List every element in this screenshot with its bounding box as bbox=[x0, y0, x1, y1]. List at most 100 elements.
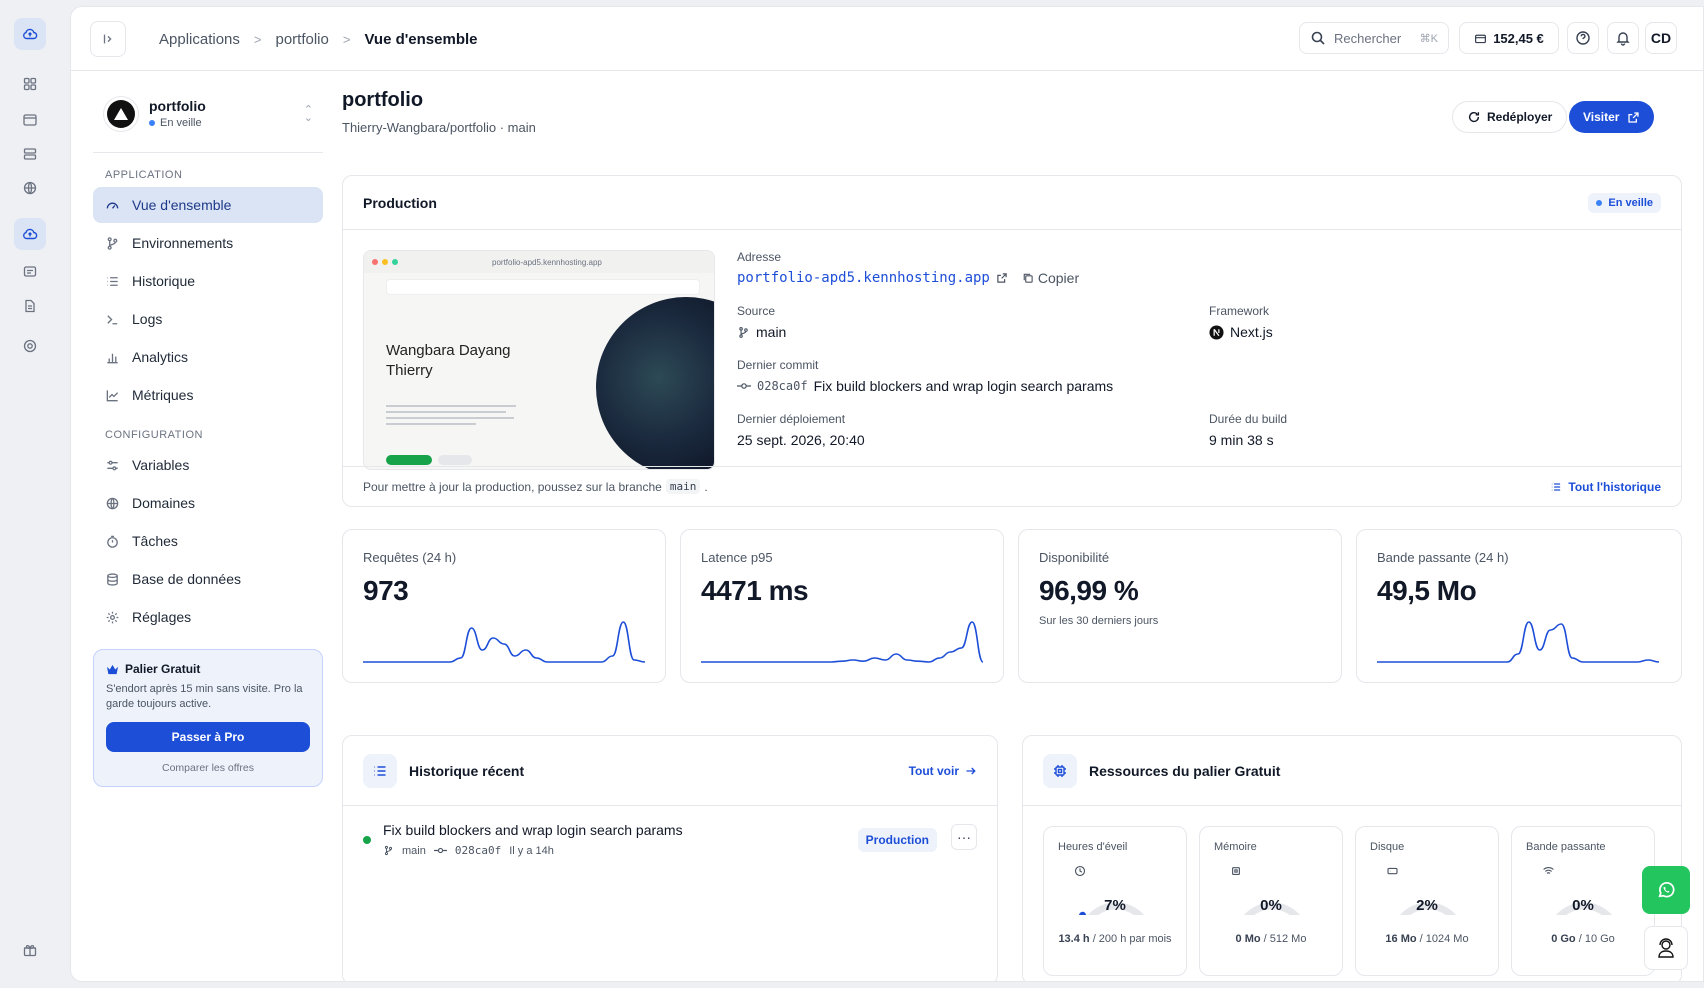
avatar[interactable]: CD bbox=[1645, 22, 1677, 54]
preview-cta-secondary bbox=[438, 455, 472, 465]
sidebar-toggle-button[interactable] bbox=[90, 21, 126, 57]
metric-value: 973 bbox=[363, 575, 409, 606]
sidebar-item-label: Analytics bbox=[132, 349, 189, 365]
sidebar-item-database[interactable]: Base de données bbox=[93, 561, 323, 597]
lifebuoy-icon[interactable] bbox=[14, 330, 46, 362]
sparkline bbox=[701, 621, 983, 663]
address-label: Adresse bbox=[737, 250, 782, 264]
metric-subtext: Sur les 30 derniers jours bbox=[1039, 615, 1159, 627]
sidebar-item-environments[interactable]: Environnements bbox=[93, 225, 323, 261]
production-footer-branch: main bbox=[665, 479, 701, 494]
metric-card-availability: Disponibilité 96,99 % Sur les 30 dernier… bbox=[1018, 529, 1342, 683]
site-preview[interactable]: portfolio-apd5.kennhosting.app Wangbara … bbox=[363, 250, 715, 470]
metric-card-bandwidth: Bande passante (24 h) 49,5 Mo bbox=[1356, 529, 1682, 683]
git-branch-icon bbox=[107, 236, 118, 250]
redeploy-button[interactable]: Redéployer bbox=[1452, 101, 1568, 133]
gift-icon[interactable] bbox=[14, 934, 46, 966]
history-item[interactable]: Fix build blockers and wrap login search… bbox=[343, 806, 997, 857]
sidebar-item-tasks[interactable]: Tâches bbox=[93, 523, 323, 559]
support-assistant-button[interactable] bbox=[1644, 926, 1688, 970]
framework-value: Next.js bbox=[1230, 324, 1273, 340]
sidebar-item-history[interactable]: Historique bbox=[93, 263, 323, 299]
last-deploy-date: 25 sept. 2026, 20:40 bbox=[737, 432, 865, 448]
see-all-label: Tout voir bbox=[908, 763, 959, 778]
sidebar-item-overview[interactable]: Vue d'ensemble bbox=[93, 187, 323, 223]
sidebar-item-variables[interactable]: Variables bbox=[93, 447, 323, 483]
help-button[interactable] bbox=[1567, 22, 1599, 54]
main-content: portfolio Thierry-Wangbara/portfolio · m… bbox=[342, 89, 1682, 981]
line-chart-icon bbox=[106, 389, 119, 401]
redeploy-label: Redéployer bbox=[1487, 110, 1553, 124]
external-link-icon bbox=[1628, 111, 1640, 123]
message-icon[interactable] bbox=[14, 256, 46, 288]
sidebar-item-label: Historique bbox=[132, 273, 196, 289]
sidebar-item-label: Variables bbox=[132, 457, 190, 473]
resource-label: Disque bbox=[1370, 841, 1405, 853]
metric-value: 49,5 Mo bbox=[1377, 575, 1477, 606]
breadcrumb-applications[interactable]: Applications bbox=[159, 31, 240, 48]
window-icon[interactable] bbox=[14, 104, 46, 136]
external-link-icon[interactable] bbox=[996, 272, 1008, 284]
arrow-right-icon bbox=[966, 767, 976, 774]
copy-icon bbox=[1023, 273, 1033, 283]
resource-gauge-uptime: Heures d'éveil 7% 13.4 h / 200 h par moi… bbox=[1043, 826, 1187, 976]
cloud-upload-icon[interactable] bbox=[14, 18, 46, 50]
whatsapp-button[interactable] bbox=[1642, 866, 1690, 914]
credits-balance[interactable]: 152,45 € bbox=[1459, 22, 1559, 54]
git-branch-icon bbox=[384, 845, 393, 856]
sidebar-item-settings[interactable]: Réglages bbox=[93, 599, 323, 635]
list-icon bbox=[1552, 482, 1561, 491]
production-footer-text-end: . bbox=[704, 479, 708, 494]
sidebar-item-domains[interactable]: Domaines bbox=[93, 485, 323, 521]
icon-rail bbox=[0, 0, 60, 988]
source-label: Source bbox=[737, 304, 776, 318]
more-options-button[interactable]: ··· bbox=[951, 824, 977, 850]
sidebar-item-metrics[interactable]: Métriques bbox=[93, 377, 323, 413]
resource-usage: 16 Mo / 1024 Mo bbox=[1385, 933, 1469, 945]
full-history-link[interactable]: Tout l'historique bbox=[1550, 480, 1661, 494]
commit-hash[interactable]: 028ca0f bbox=[757, 379, 808, 393]
wallet-icon bbox=[1475, 34, 1487, 43]
cloud-icon[interactable] bbox=[14, 218, 46, 250]
visit-button[interactable]: Visiter bbox=[1569, 101, 1655, 133]
sparkline-series bbox=[363, 621, 645, 663]
file-icon[interactable] bbox=[14, 290, 46, 322]
server-icon[interactable] bbox=[14, 138, 46, 170]
search-button[interactable]: Rechercher ⌘K bbox=[1299, 22, 1449, 54]
search-icon bbox=[1311, 31, 1325, 45]
help-icon bbox=[1576, 31, 1590, 45]
breadcrumb-project[interactable]: portfolio bbox=[275, 31, 328, 48]
status-badge-label: En veille bbox=[1608, 196, 1653, 209]
compare-plans-link[interactable]: Comparer les offres bbox=[106, 762, 310, 774]
triangle-logo-icon bbox=[114, 107, 128, 120]
tier-resources-title: Ressources du palier Gratuit bbox=[1089, 762, 1281, 779]
notifications-button[interactable] bbox=[1607, 22, 1639, 54]
grid-icon[interactable] bbox=[14, 68, 46, 100]
git-commit-icon bbox=[737, 383, 751, 389]
recent-history-header: Historique récent Tout voir bbox=[343, 736, 997, 806]
build-duration-label: Durée du build bbox=[1209, 412, 1288, 426]
sidebar-item-logs[interactable]: Logs bbox=[93, 301, 323, 337]
upgrade-pro-button[interactable]: Passer à Pro bbox=[106, 722, 310, 752]
sidebar: portfolio En veille ⌃ ⌄ APPLICATION Vue d… bbox=[93, 89, 323, 787]
sidebar-item-label: Métriques bbox=[132, 387, 194, 403]
sidebar-item-analytics[interactable]: Analytics bbox=[93, 339, 323, 375]
project-switcher[interactable]: portfolio En veille ⌃ ⌄ bbox=[93, 89, 323, 153]
gauge-icon bbox=[106, 202, 119, 209]
globe-icon bbox=[106, 497, 119, 509]
database-icon bbox=[107, 572, 118, 586]
status-dot bbox=[1596, 199, 1603, 206]
terminal-icon bbox=[107, 314, 118, 324]
address-link[interactable]: portfolio-apd5.kennhosting.app bbox=[737, 270, 990, 286]
metric-label: Requêtes (24 h) bbox=[363, 550, 457, 565]
whatsapp-icon bbox=[1658, 882, 1675, 898]
last-commit-label: Dernier commit bbox=[737, 358, 819, 372]
support-agent-icon bbox=[1658, 938, 1674, 958]
copy-button[interactable]: Copier bbox=[1022, 270, 1079, 286]
see-all-link[interactable]: Tout voir bbox=[909, 764, 977, 778]
resource-usage: 0 Mo / 512 Mo bbox=[1235, 933, 1307, 945]
production-footer: Pour mettre à jour la production, pousse… bbox=[343, 466, 1681, 506]
globe-icon[interactable] bbox=[14, 172, 46, 204]
preview-heading: Wangbara Dayang Thierry bbox=[386, 342, 511, 379]
full-history-label: Tout l'historique bbox=[1568, 479, 1661, 494]
